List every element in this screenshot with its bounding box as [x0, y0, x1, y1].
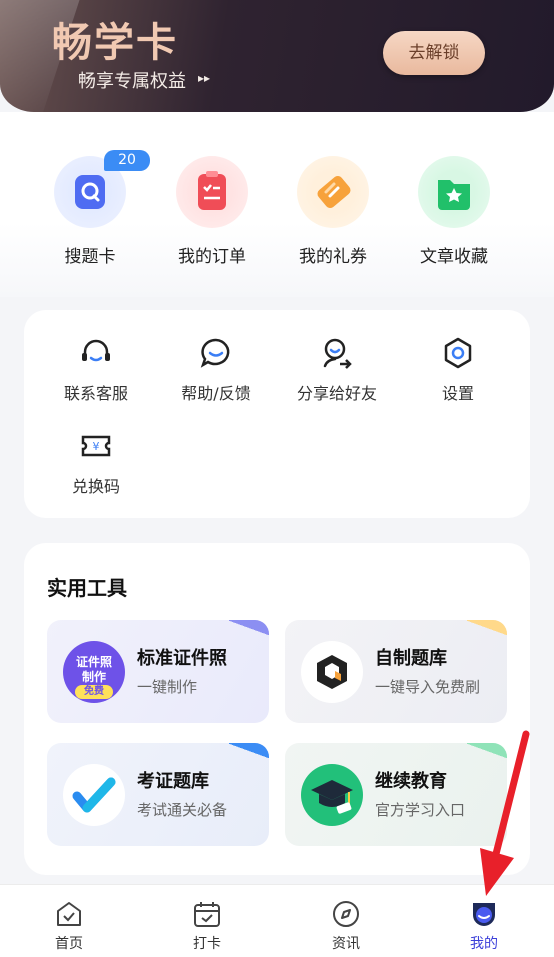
membership-subtitle: 畅享专属权益 — [78, 71, 186, 92]
quick-item-orders[interactable]: 我的订单 — [152, 156, 272, 267]
membership-title: 畅学卡 — [52, 20, 178, 66]
calendar-check-icon — [192, 899, 222, 929]
nav-label: 打卡 — [193, 936, 221, 952]
free-tag: 免费 — [75, 685, 113, 699]
cube-icon — [301, 641, 363, 703]
share-user-icon — [320, 336, 354, 370]
service-label: 兑换码 — [71, 477, 120, 496]
tool-exam-bank[interactable]: 考证题库 考试通关必备 — [47, 743, 269, 846]
nav-label: 资讯 — [332, 936, 360, 952]
bottom-navigation: 首页 打卡 资讯 我的 — [0, 884, 554, 957]
service-label: 联系客服 — [63, 384, 128, 403]
settings-hex-icon — [441, 336, 475, 370]
service-item-help[interactable]: 帮助/反馈 — [151, 336, 281, 404]
service-item-settings[interactable]: 设置 — [393, 336, 523, 404]
profile-icon — [469, 899, 499, 929]
nav-tab-checkin[interactable]: 打卡 — [167, 899, 247, 953]
star-folder-icon — [418, 156, 490, 228]
nav-tab-profile[interactable]: 我的 — [444, 899, 524, 953]
corner-fold — [229, 743, 269, 759]
tool-desc: 一键制作 — [137, 678, 198, 696]
services-card: 联系客服 帮助/反馈 分享给好友 设置 ¥ 兑换码 — [24, 310, 530, 518]
service-item-share[interactable]: 分享给好友 — [272, 336, 402, 404]
quick-label: 文章收藏 — [420, 247, 488, 267]
service-label: 分享给好友 — [296, 384, 377, 403]
service-label: 设置 — [441, 384, 474, 403]
coupon-icon — [297, 156, 369, 228]
corner-fold — [467, 620, 507, 636]
quick-item-favorites[interactable]: 文章收藏 — [394, 156, 514, 267]
tool-continuing-education[interactable]: 继续教育 官方学习入口 — [285, 743, 507, 846]
tool-id-photo[interactable]: 证件照 制作 免费 标准证件照 一键制作 — [47, 620, 269, 723]
id-photo-icon: 证件照 制作 免费 — [63, 641, 125, 703]
tools-section-title: 实用工具 — [47, 576, 127, 600]
membership-banner[interactable]: 畅学卡 畅享专属权益 ▸▸ 去解锁 — [0, 0, 554, 112]
service-item-redeem[interactable]: ¥ 兑换码 — [31, 429, 161, 497]
quick-label: 搜题卡 — [64, 247, 116, 267]
tool-desc: 考试通关必备 — [137, 801, 228, 819]
unlock-button[interactable]: 去解锁 — [383, 31, 485, 75]
tool-custom-bank[interactable]: 自制题库 一键导入免费刷 — [285, 620, 507, 723]
nav-label: 首页 — [55, 936, 83, 952]
nav-label: 我的 — [470, 936, 498, 952]
service-item-support[interactable]: 联系客服 — [31, 336, 161, 404]
tool-desc: 一键导入免费刷 — [375, 678, 481, 696]
checkmark-logo-icon — [63, 764, 125, 826]
quick-item-coupons[interactable]: 我的礼券 — [273, 156, 393, 267]
count-badge: 20 — [104, 150, 150, 171]
double-arrow-icon: ▸▸ — [198, 71, 211, 85]
nav-tab-home[interactable]: 首页 — [29, 899, 109, 953]
tool-title: 自制题库 — [375, 648, 447, 669]
home-icon — [54, 899, 84, 929]
quick-label: 我的礼券 — [299, 247, 367, 267]
service-label: 帮助/反馈 — [181, 384, 251, 403]
compass-icon — [331, 899, 361, 929]
corner-fold — [467, 743, 507, 759]
nav-tab-news[interactable]: 资讯 — [306, 899, 386, 953]
svg-text:¥: ¥ — [93, 440, 100, 453]
tool-title: 考证题库 — [137, 771, 209, 792]
quick-item-search-card[interactable]: 搜题卡 — [30, 156, 150, 267]
order-list-icon — [176, 156, 248, 228]
yen-ticket-icon: ¥ — [79, 429, 113, 463]
quick-label: 我的订单 — [178, 247, 246, 267]
id-photo-icon-text: 制作 — [81, 670, 106, 684]
chat-bubble-icon — [199, 336, 233, 370]
tool-title: 标准证件照 — [137, 648, 227, 669]
tool-title: 继续教育 — [375, 771, 447, 792]
tool-desc: 官方学习入口 — [375, 801, 466, 819]
graduation-cap-icon — [301, 764, 363, 826]
quick-actions-row: 搜题卡 我的订单 我的礼券 文章收藏 — [0, 112, 554, 297]
headset-icon — [79, 336, 113, 370]
corner-fold — [229, 620, 269, 636]
